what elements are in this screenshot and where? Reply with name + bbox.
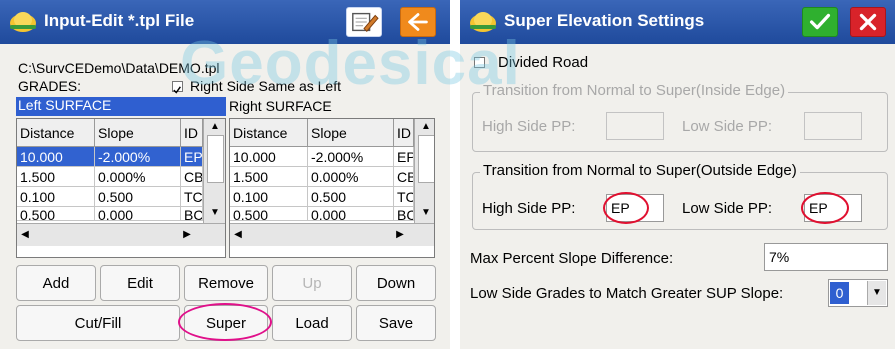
- table-cell[interactable]: 0.000%: [308, 167, 394, 187]
- table-cell[interactable]: 10.000: [230, 147, 308, 167]
- up-button[interactable]: Up: [272, 265, 352, 301]
- column-header-slope[interactable]: Slope: [95, 119, 181, 147]
- table-cell[interactable]: 0.500: [308, 187, 394, 207]
- table-cell[interactable]: 0.500: [95, 187, 181, 207]
- column-header-distance[interactable]: Distance: [17, 119, 95, 147]
- horizontal-scrollbar[interactable]: ◀ ▶: [230, 223, 434, 246]
- super-elevation-window: Super Elevation Settings Divided Road Tr…: [460, 0, 895, 349]
- table-cell[interactable]: 0.100: [230, 187, 308, 207]
- inside-low-side-label: Low Side PP:: [682, 118, 773, 135]
- scroll-up-arrow-icon[interactable]: ▲: [208, 121, 222, 133]
- cancel-button[interactable]: [850, 7, 886, 37]
- window-title: Super Elevation Settings: [504, 11, 705, 30]
- remove-button[interactable]: Remove: [184, 265, 268, 301]
- right-surface-label: Right SURFACE: [229, 98, 332, 114]
- table-cell[interactable]: CB: [181, 167, 203, 187]
- selected-value: 0: [830, 282, 849, 304]
- scroll-left-arrow-icon[interactable]: ◀: [19, 229, 31, 241]
- cut-fill-button[interactable]: Cut/Fill: [16, 305, 180, 341]
- vertical-scrollbar[interactable]: ▲ ▼: [414, 119, 434, 223]
- highlight-circle: [178, 303, 272, 341]
- scroll-up-arrow-icon[interactable]: ▲: [419, 121, 433, 133]
- outside-low-side-label: Low Side PP:: [682, 200, 773, 217]
- x-close-icon: [859, 13, 877, 31]
- left-surface-label: Left SURFACE: [16, 97, 226, 116]
- column-header-id[interactable]: ID: [181, 119, 203, 147]
- surveyor-helmet-icon: [10, 12, 36, 32]
- add-button[interactable]: Add: [16, 265, 96, 301]
- edit-button[interactable]: Edit: [100, 265, 180, 301]
- table-cell[interactable]: EP: [394, 147, 414, 167]
- inside-high-side-label: High Side PP:: [482, 118, 576, 135]
- ok-button[interactable]: [802, 7, 838, 37]
- scroll-down-arrow-icon[interactable]: ▼: [419, 207, 433, 219]
- outside-edge-group-label: Transition from Normal to Super(Outside …: [480, 162, 800, 179]
- chevron-down-icon[interactable]: ▼: [867, 281, 886, 305]
- save-button[interactable]: Save: [356, 305, 436, 341]
- highlight-circle: [603, 192, 649, 224]
- outside-high-side-label: High Side PP:: [482, 200, 576, 217]
- max-slope-difference-label: Max Percent Slope Difference:: [470, 250, 674, 267]
- table-cell[interactable]: 1.500: [17, 167, 95, 187]
- table-cell[interactable]: TC: [394, 187, 414, 207]
- column-header-distance[interactable]: Distance: [230, 119, 308, 147]
- table-cell[interactable]: BC: [394, 207, 414, 221]
- table-cell[interactable]: 10.000: [17, 147, 95, 167]
- low-side-grades-label: Low Side Grades to Match Greater SUP Slo…: [470, 285, 784, 302]
- window-title: Input-Edit *.tpl File: [44, 11, 195, 30]
- right-surface-table[interactable]: Distance Slope ID 10.000 -2.000% EP 1.50…: [229, 118, 435, 258]
- scroll-down-arrow-icon[interactable]: ▼: [208, 207, 222, 219]
- vertical-scrollbar[interactable]: ▲ ▼: [203, 119, 225, 223]
- table-cell[interactable]: -2.000%: [308, 147, 394, 167]
- table-cell[interactable]: CB: [394, 167, 414, 187]
- down-button[interactable]: Down: [356, 265, 436, 301]
- checkmark-icon: [809, 13, 831, 30]
- title-bar: Super Elevation Settings: [460, 0, 895, 44]
- column-header-slope[interactable]: Slope: [308, 119, 394, 147]
- table-cell[interactable]: 0.500: [230, 207, 308, 221]
- scroll-right-arrow-icon[interactable]: ▶: [394, 229, 406, 241]
- table-cell[interactable]: 0.000%: [95, 167, 181, 187]
- table-cell[interactable]: 1.500: [230, 167, 308, 187]
- horizontal-scrollbar[interactable]: ◀ ▶: [17, 223, 225, 246]
- table-cell[interactable]: BC: [181, 207, 203, 221]
- watermark: Geodesical: [180, 29, 521, 98]
- max-slope-difference-field[interactable]: 7%: [764, 243, 888, 271]
- grades-label: GRADES:: [18, 78, 82, 94]
- scroll-right-arrow-icon[interactable]: ▶: [181, 229, 193, 241]
- scroll-thumb[interactable]: [418, 135, 434, 183]
- table-cell[interactable]: 0.000: [95, 207, 181, 221]
- table-cell[interactable]: 0.000: [308, 207, 394, 221]
- table-cell[interactable]: EP: [181, 147, 203, 167]
- table-cell[interactable]: 0.100: [17, 187, 95, 207]
- load-button[interactable]: Load: [272, 305, 352, 341]
- column-header-id[interactable]: ID: [394, 119, 414, 147]
- inside-edge-group-label: Transition from Normal to Super(Inside E…: [480, 82, 789, 99]
- inside-high-side-field[interactable]: [606, 112, 664, 140]
- table-cell[interactable]: -2.000%: [95, 147, 181, 167]
- inside-low-side-field[interactable]: [804, 112, 862, 140]
- scroll-thumb[interactable]: [207, 135, 224, 183]
- left-surface-table[interactable]: Distance Slope ID 10.000 -2.000% EP 1.50…: [16, 118, 226, 258]
- table-cell[interactable]: TC: [181, 187, 203, 207]
- table-cell[interactable]: 0.500: [17, 207, 95, 221]
- scroll-left-arrow-icon[interactable]: ◀: [232, 229, 244, 241]
- low-side-grades-select[interactable]: 0 ▼: [828, 279, 888, 307]
- highlight-circle: [801, 192, 849, 224]
